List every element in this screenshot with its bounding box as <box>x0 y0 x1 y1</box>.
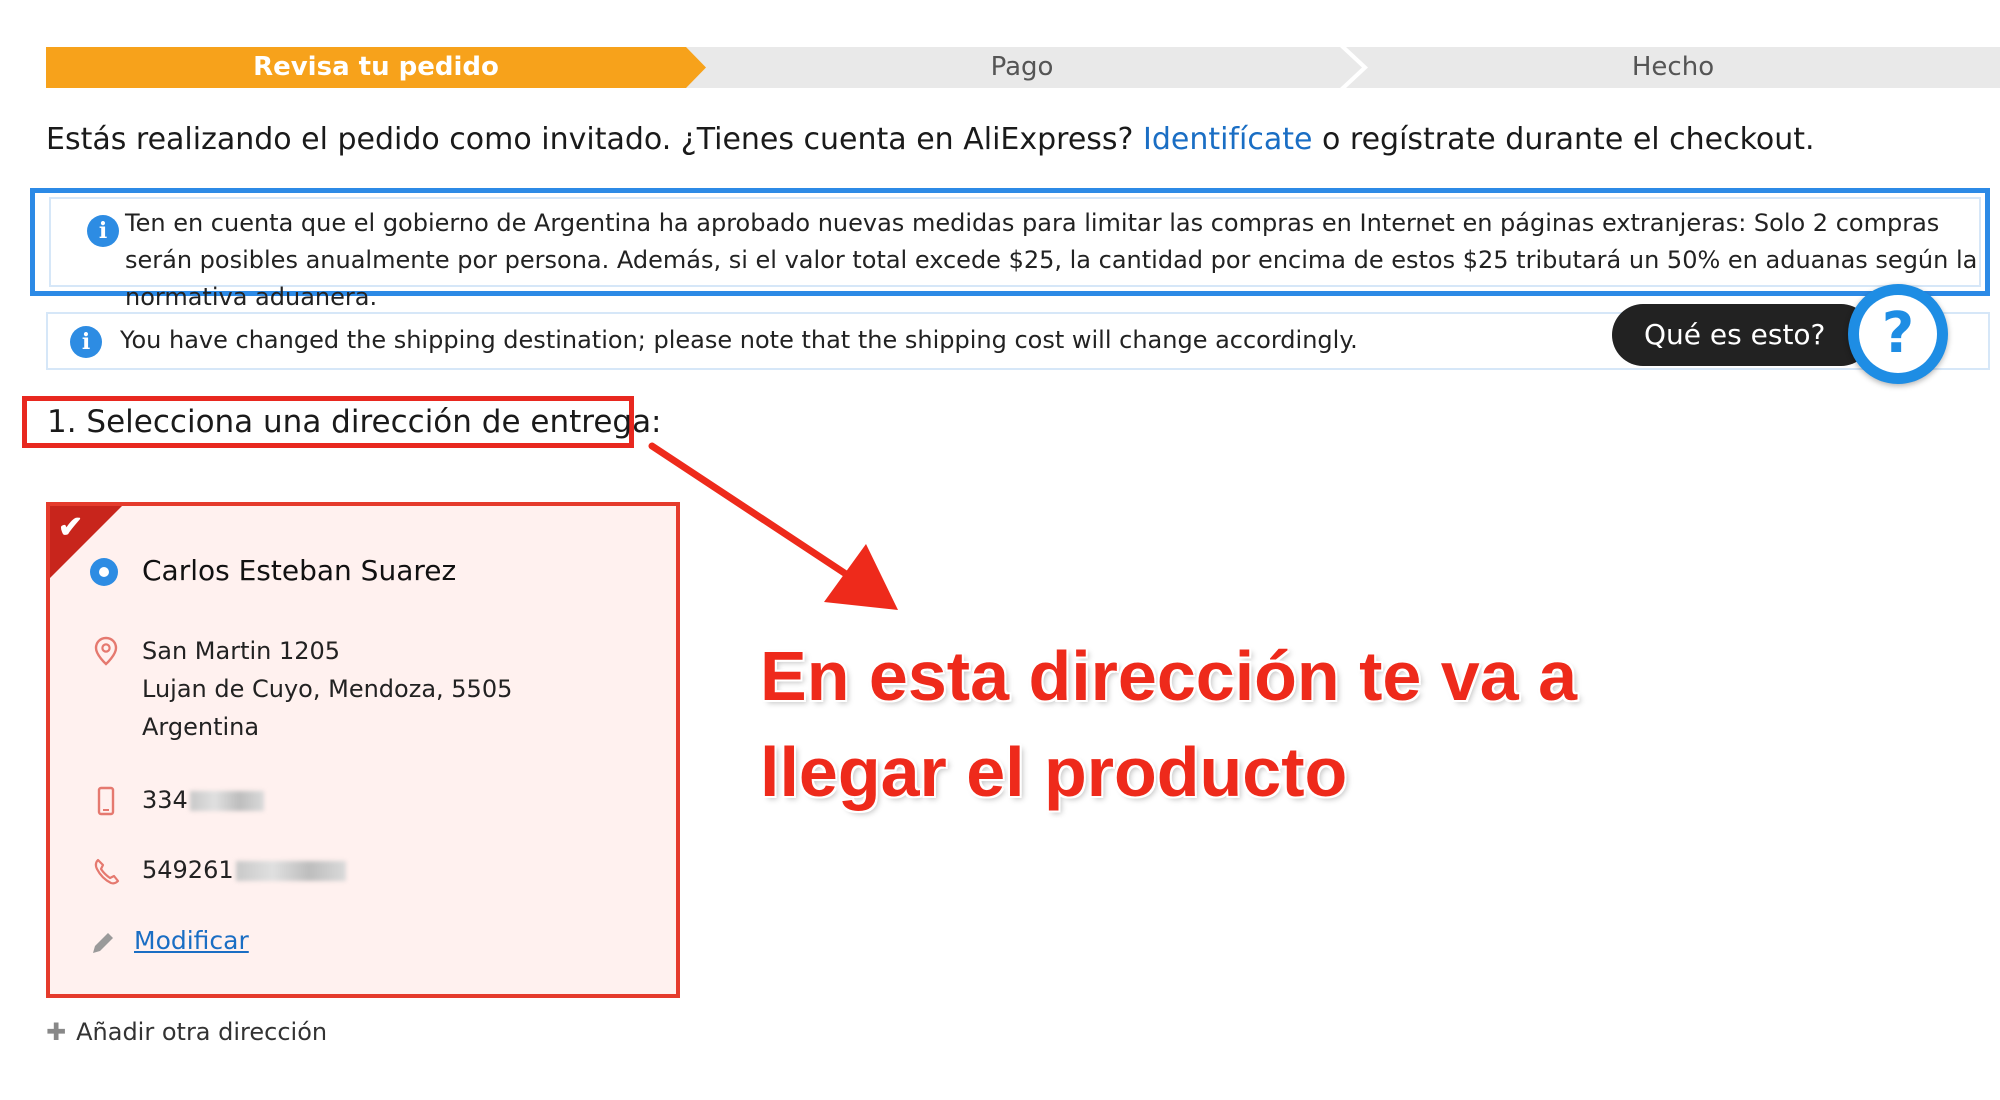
phone-number: 549261 <box>142 856 346 884</box>
modify-address-link[interactable]: Modificar <box>134 926 249 955</box>
mobile-icon <box>97 786 115 816</box>
mobile-number: 334 <box>142 786 264 814</box>
redacted-block <box>189 791 264 811</box>
check-icon: ✔ <box>58 511 84 544</box>
address-lines: San Martin 1205 Lujan de Cuyo, Mendoza, … <box>142 632 512 746</box>
address-country: Argentina <box>142 713 260 741</box>
annotation-line: En esta dirección te va a <box>760 637 1578 715</box>
argentina-notice: i Ten en cuenta que el gobierno de Argen… <box>30 188 1990 311</box>
step-label: Hecho <box>1631 52 1715 82</box>
add-address-link[interactable]: ✚ Añadir otra dirección <box>46 1018 327 1046</box>
question-mark-icon: ? <box>1859 295 1937 373</box>
address-line: Lujan de Cuyo, Mendoza, 5505 <box>142 675 513 703</box>
notice-text: Ten en cuenta que el gobierno de Argenti… <box>125 209 1978 311</box>
recipient-name: Carlos Esteban Suarez <box>142 554 457 587</box>
address-line: San Martin 1205 <box>142 637 341 665</box>
info-icon: i <box>87 215 119 247</box>
sign-in-link[interactable]: Identifícate <box>1143 122 1312 157</box>
annotation-arrow <box>648 442 898 610</box>
checkout-steps: Revisa tu pedido Pago Hecho <box>46 47 2000 88</box>
help-button[interactable]: Qué es esto? <box>1612 304 1872 366</box>
radio-selected[interactable] <box>90 558 118 586</box>
redacted-block <box>235 861 346 881</box>
info-icon: i <box>70 326 102 358</box>
add-address-label: Añadir otra dirección <box>76 1018 328 1046</box>
section-title: 1. Selecciona una dirección de entrega: <box>22 396 662 448</box>
guest-text: Estás realizando el pedido como invitado… <box>46 122 1144 157</box>
step-label: Pago <box>990 52 1054 82</box>
plus-icon: ✚ <box>46 1018 67 1046</box>
guest-text-end: o regístrate durante el checkout. <box>1312 122 1815 157</box>
step-payment: Pago <box>682 47 1362 88</box>
pencil-icon <box>93 933 113 953</box>
phone-digits: 549261 <box>142 856 234 884</box>
guest-message: Estás realizando el pedido como invitado… <box>46 122 1815 157</box>
step-label: Revisa tu pedido <box>253 52 499 82</box>
address-card[interactable]: ✔ Carlos Esteban Suarez San Martin 1205 … <box>46 502 680 998</box>
mobile-digits: 334 <box>142 786 188 814</box>
help-icon[interactable]: ? <box>1848 284 1948 384</box>
annotation-text: En esta dirección te va a llegar el prod… <box>760 628 1720 820</box>
step-done: Hecho <box>1346 47 2000 88</box>
location-pin-icon <box>94 636 118 666</box>
notice-text: You have changed the shipping destinatio… <box>120 326 1358 354</box>
phone-icon <box>94 858 120 885</box>
step-review-order: Revisa tu pedido <box>46 47 706 88</box>
annotation-line: llegar el producto <box>760 733 1348 811</box>
